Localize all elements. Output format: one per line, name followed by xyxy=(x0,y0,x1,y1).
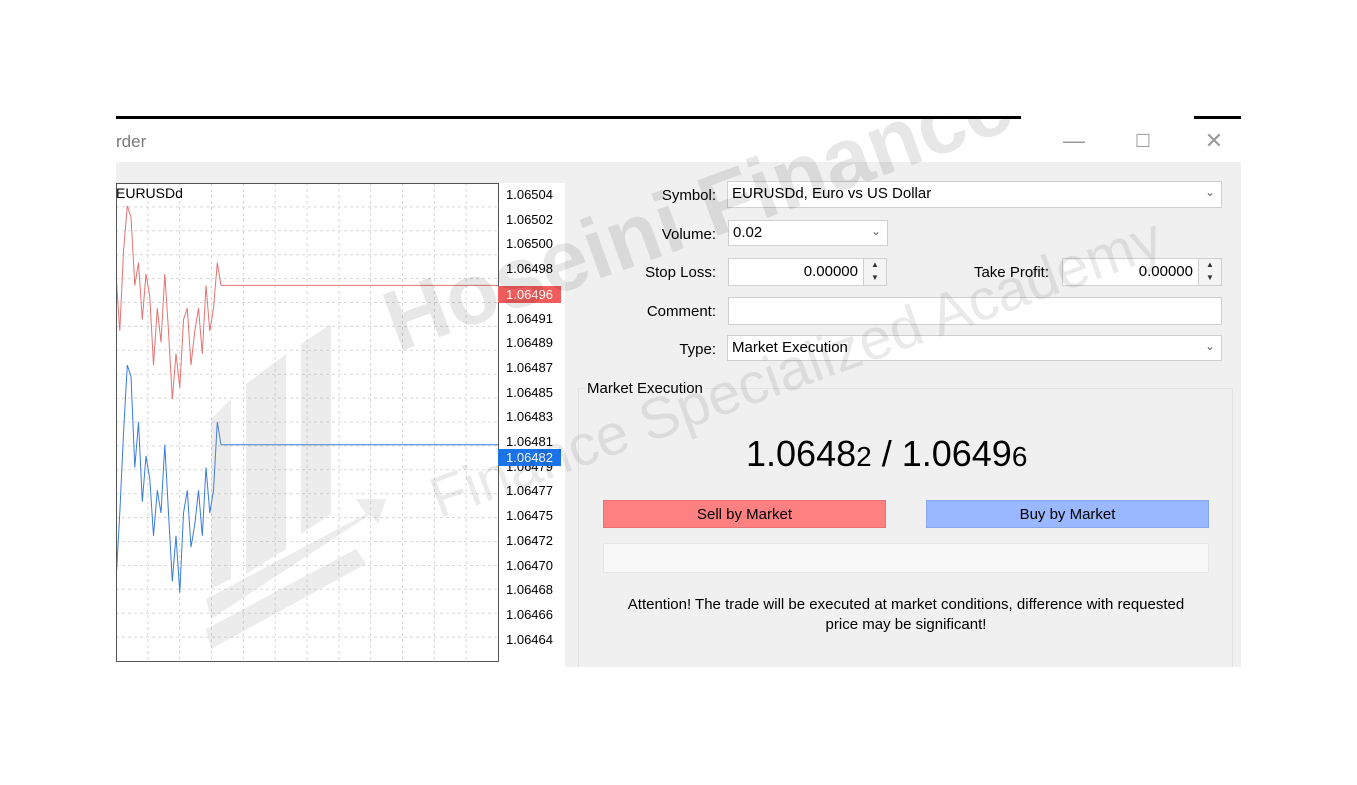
axis-price-label: 1.06464 xyxy=(506,631,553,647)
chart-grid xyxy=(116,183,498,661)
ask-price-main: 1.0649 xyxy=(901,433,1012,474)
spin-down-icon[interactable]: ▼ xyxy=(1199,272,1221,285)
bid-price-line xyxy=(116,364,222,593)
close-button[interactable]: ✕ xyxy=(1194,127,1234,155)
volume-value: 0.02 xyxy=(733,224,763,241)
minimize-button[interactable]: — xyxy=(1054,127,1094,155)
stop-loss-spinner[interactable]: ▲ ▼ xyxy=(863,259,886,285)
take-profit-spinner[interactable]: ▲ ▼ xyxy=(1198,259,1221,285)
symbol-value: EURUSDd, Euro vs US Dollar xyxy=(732,185,932,202)
stop-loss-value: 0.00000 xyxy=(803,263,858,280)
quote-separator: / xyxy=(871,433,902,474)
spin-up-icon[interactable]: ▲ xyxy=(864,259,886,272)
comment-input[interactable] xyxy=(728,297,1222,325)
axis-price-label: 1.06483 xyxy=(506,409,553,425)
market-execution-title: Market Execution xyxy=(585,380,705,397)
minimize-icon: — xyxy=(1063,128,1085,153)
bid-price-small: 2 xyxy=(856,441,872,472)
spin-up-icon[interactable]: ▲ xyxy=(1199,259,1221,272)
type-label: Type: xyxy=(679,341,716,358)
ask-price-small: 6 xyxy=(1011,441,1028,472)
volume-label: Volume: xyxy=(661,226,716,243)
axis-price-label: 1.06481 xyxy=(506,434,553,449)
chart-symbol-label: EURUSDd xyxy=(116,185,183,201)
type-value: Market Execution xyxy=(732,339,848,356)
maximize-icon: ☐ xyxy=(1134,130,1152,151)
order-window: rder — ☐ ✕ EURUSDd 1.06504 1.06502 1.06500… xyxy=(116,119,1241,667)
ask-price-line xyxy=(116,205,222,400)
volume-select[interactable]: 0.02 ⌄ xyxy=(728,220,888,246)
bid-price-tag: 1.06482 xyxy=(498,449,561,466)
close-icon: ✕ xyxy=(1204,128,1224,153)
tick-chart: EURUSDd 1.06504 1.06502 1.06500 1.06498 1.06… xyxy=(116,183,565,667)
comment-label: Comment: xyxy=(646,303,716,320)
axis-price-label: 1.06504 xyxy=(506,187,553,202)
buy-button-label: Buy by Market xyxy=(1019,505,1116,523)
axis-price-label: 1.06489 xyxy=(506,335,553,351)
status-bar xyxy=(603,543,1209,573)
axis-price-label: 1.06466 xyxy=(506,606,553,622)
symbol-label: Symbol: xyxy=(661,187,716,204)
attention-note: Attention! The trade will be executed at… xyxy=(627,596,1185,633)
tick-chart-svg xyxy=(116,183,499,662)
axis-price-label: 1.06475 xyxy=(506,508,553,524)
bid-price-main: 1.0648 xyxy=(746,433,857,474)
quote-display: 1.06482 / 1.06496 xyxy=(746,433,1027,475)
stop-loss-input[interactable]: 0.00000 ▲ ▼ xyxy=(728,258,887,286)
spin-down-icon[interactable]: ▼ xyxy=(864,272,886,285)
ask-price-tag: 1.06496 xyxy=(498,286,561,303)
take-profit-value: 0.00000 xyxy=(1138,263,1193,280)
axis-price-label: 1.06502 xyxy=(506,211,553,227)
stop-loss-label: Stop Loss: xyxy=(645,264,716,281)
axis-price-label: 1.06485 xyxy=(506,384,553,400)
axis-price-label: 1.06498 xyxy=(506,261,553,277)
maximize-button[interactable]: ☐ xyxy=(1123,127,1163,155)
axis-price-label: 1.06487 xyxy=(506,359,553,375)
sell-button-label: Sell by Market xyxy=(696,505,793,523)
title-bar[interactable]: rder — ☐ ✕ xyxy=(116,119,1241,162)
take-profit-input[interactable]: 0.00000 ▲ ▼ xyxy=(1062,258,1222,286)
chevron-down-icon: ⌄ xyxy=(870,224,881,238)
buy-by-market-button[interactable]: Buy by Market xyxy=(926,500,1209,528)
window-title: rder xyxy=(116,132,147,151)
take-profit-label: Take Profit: xyxy=(973,264,1049,281)
symbol-select[interactable]: EURUSDd, Euro vs US Dollar ⌄ xyxy=(727,181,1222,208)
axis-price-label: 1.06477 xyxy=(506,483,553,499)
axis-price-label: 1.06491 xyxy=(506,310,553,326)
axis-price-label: 1.06500 xyxy=(506,236,553,252)
chevron-down-icon: ⌄ xyxy=(1204,185,1215,199)
axis-price-label: 1.06470 xyxy=(506,557,553,573)
type-select[interactable]: Market Execution ⌄ xyxy=(727,335,1222,361)
axis-price-label: 1.06468 xyxy=(506,582,553,598)
axis-price-label: 1.06472 xyxy=(506,532,553,548)
sell-by-market-button[interactable]: Sell by Market xyxy=(603,500,886,528)
chevron-down-icon: ⌄ xyxy=(1204,339,1215,353)
